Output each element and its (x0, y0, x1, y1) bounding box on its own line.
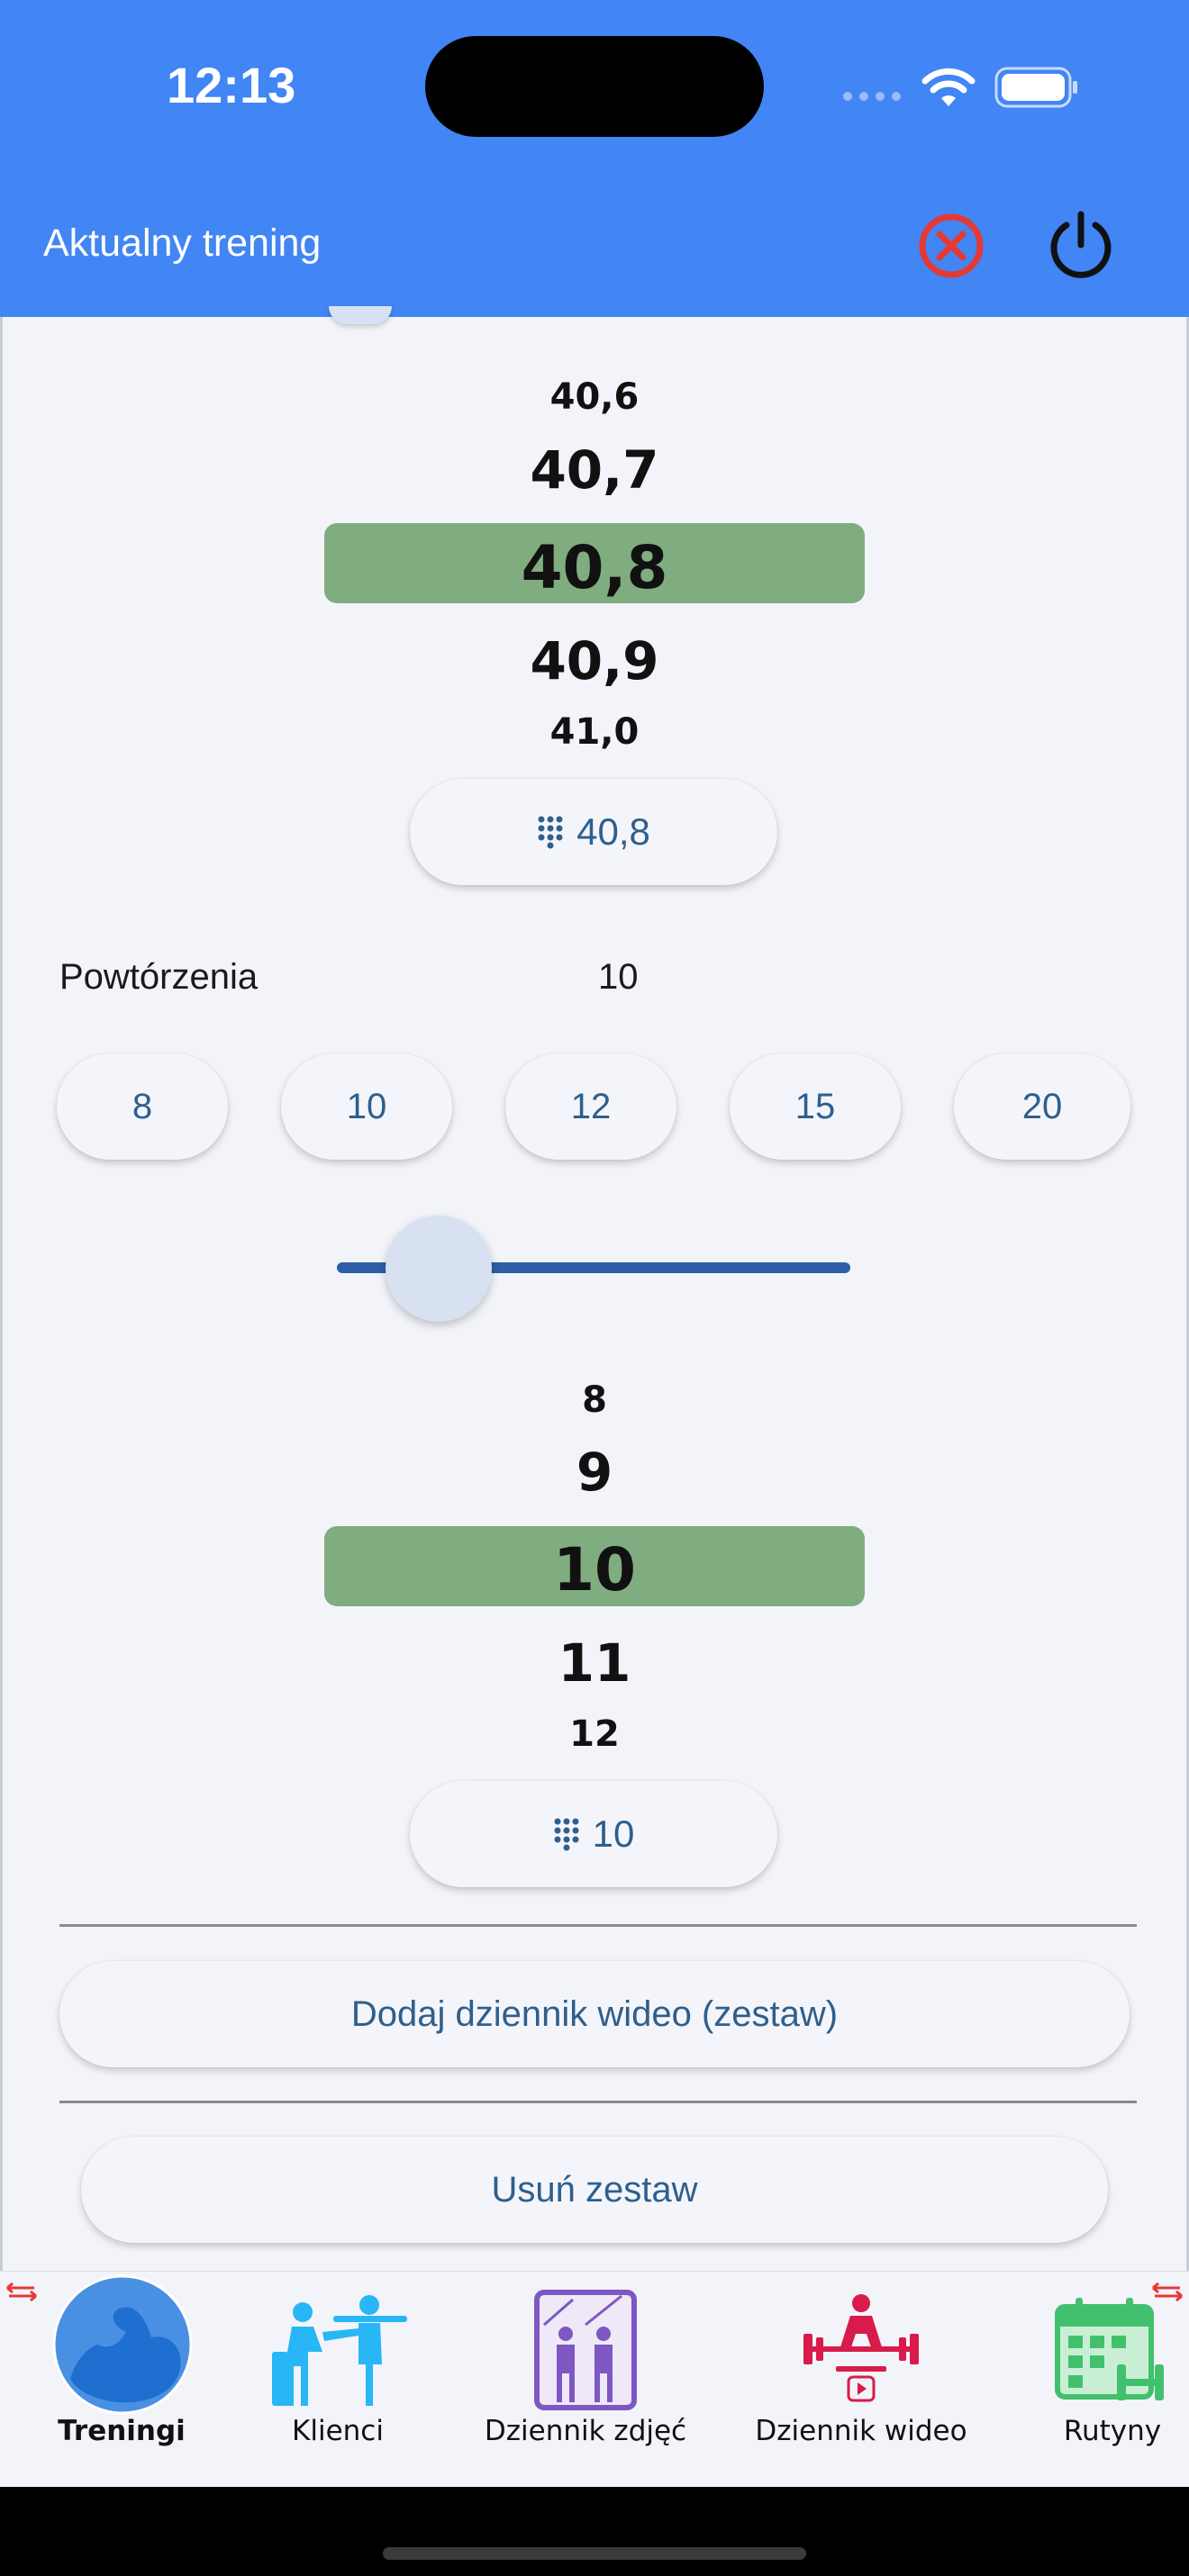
nav-item-dziennik-zdjec[interactable]: Dziennik zdjęć (477, 2273, 694, 2480)
reps-chip-8[interactable]: 8 (57, 1053, 228, 1160)
reps-picker-selected[interactable]: 10 (324, 1535, 865, 1604)
divider (59, 1924, 1137, 1927)
weight-keypad-value: 40,8 (576, 810, 650, 853)
reps-picker-item[interactable]: 8 (324, 1379, 865, 1421)
weight-keypad-button[interactable]: 40,8 (410, 779, 777, 885)
content-border-left (0, 317, 3, 2271)
reps-value: 10 (598, 957, 639, 997)
reps-chip-10[interactable]: 10 (281, 1053, 452, 1160)
home-indicator[interactable] (383, 2547, 806, 2560)
divider (59, 2101, 1137, 2103)
power-icon[interactable] (1043, 207, 1119, 283)
reps-picker-item[interactable]: 11 (324, 1632, 865, 1694)
reps-picker-item[interactable]: 12 (324, 1713, 865, 1755)
delete-set-button[interactable]: Usuń zestaw (81, 2137, 1108, 2243)
signal-icon (843, 92, 901, 101)
keypad-icon (538, 816, 563, 849)
nav-item-klienci[interactable]: Klienci (252, 2273, 423, 2480)
weight-picker-item[interactable]: 40,7 (324, 439, 865, 501)
trainer-client-icon (272, 2295, 407, 2406)
reps-slider-thumb[interactable] (386, 1216, 492, 1322)
reps-keypad-button[interactable]: 10 (410, 1781, 777, 1887)
status-time: 12:13 (167, 57, 296, 113)
add-video-log-button[interactable]: Dodaj dziennik wideo (zestaw) (59, 1961, 1130, 2067)
nav-label: Dziennik wideo (755, 2415, 967, 2447)
weight-picker-item[interactable]: 40,6 (324, 376, 865, 418)
nav-label: Klienci (292, 2415, 384, 2447)
reps-label: Powtórzenia (59, 957, 259, 997)
home-bar-area (0, 2487, 1189, 2576)
page-title: Aktualny trening (43, 221, 322, 265)
nav-label: Dziennik zdjęć (484, 2415, 687, 2447)
flexed-arm-icon (52, 2274, 193, 2415)
nav-item-treningi[interactable]: Treningi (36, 2273, 207, 2480)
wifi-icon (921, 68, 976, 106)
scroll-left-arrows-icon[interactable] (4, 2282, 40, 2301)
weightlifter-video-icon (803, 2294, 919, 2402)
reps-chip-12[interactable]: 12 (505, 1053, 676, 1160)
reps-keypad-value: 10 (592, 1812, 635, 1855)
weight-picker-item[interactable]: 41,0 (324, 711, 865, 753)
nav-label: Rutyny (1063, 2415, 1162, 2447)
nav-label: Treningi (58, 2415, 186, 2447)
close-workout-icon[interactable] (915, 210, 987, 282)
weight-picker-item[interactable]: 40,9 (324, 630, 865, 691)
weight-picker-selected[interactable]: 40,8 (324, 533, 865, 602)
reps-chip-15[interactable]: 15 (730, 1053, 901, 1160)
mirror-photo-icon (534, 2290, 637, 2410)
reps-picker-item[interactable]: 9 (324, 1442, 865, 1503)
weight-slider-thumb-partial[interactable] (329, 306, 392, 324)
reps-chip-20[interactable]: 20 (954, 1053, 1130, 1160)
nav-item-rutyny[interactable]: Rutyny (1027, 2273, 1189, 2480)
battery-icon (994, 67, 1077, 108)
calendar-dumbbell-icon (1055, 2298, 1164, 2400)
nav-item-dziennik-wideo[interactable]: Dziennik wideo (753, 2273, 969, 2480)
keypad-icon (554, 1818, 579, 1851)
dynamic-island (425, 36, 764, 137)
